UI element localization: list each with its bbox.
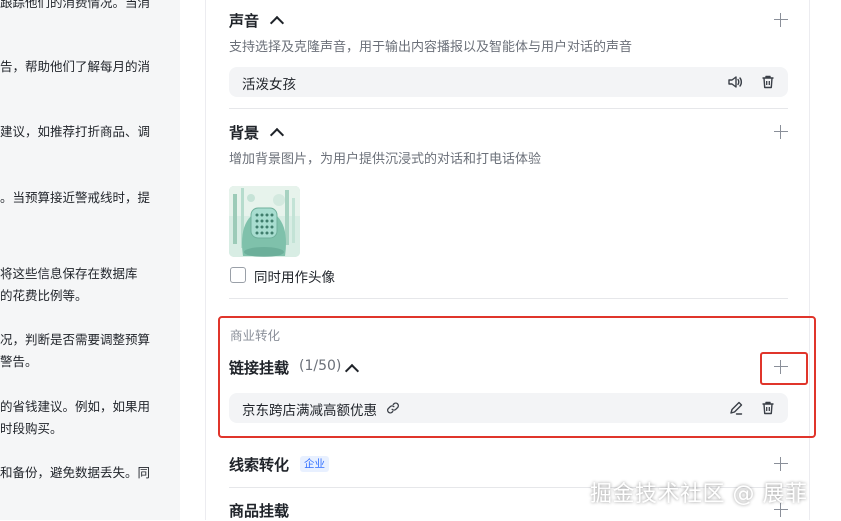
left-text-line: 时段购买。 — [0, 421, 63, 436]
product-mount-title[interactable]: 商品挂载 — [229, 500, 289, 521]
background-thumbnail[interactable] — [229, 186, 300, 257]
left-text-line: 的省钱建议。例如，如果用 — [0, 399, 151, 414]
use-as-avatar-label: 同时用作头像 — [254, 270, 335, 286]
left-text-line: 和备份，避免数据丢失。同 — [0, 465, 151, 480]
left-text-line: 况，判断是否需要调整预算 — [0, 332, 151, 347]
left-text-line: 跟踪他们的消费情况。当消 — [0, 0, 151, 10]
voice-item[interactable]: 活泼女孩 — [229, 67, 788, 97]
voice-description: 支持选择及克隆声音，用于输出内容播报以及智能体与用户对话的声音 — [229, 40, 633, 55]
highlight-box — [218, 316, 816, 438]
left-text-line: 的花费比例等。 — [0, 288, 88, 303]
divider — [229, 108, 788, 109]
left-panel: 跟踪他们的消费情况。当消 告，帮助他们了解每月的消 建议，如推荐打折商品、调 。… — [0, 0, 180, 520]
add-button-highlight — [760, 352, 808, 385]
leads-title[interactable]: 线索转化 — [229, 454, 289, 475]
panel-border — [809, 0, 810, 520]
left-text-line: 警告。 — [0, 354, 38, 369]
add-voice-button[interactable] — [774, 13, 788, 27]
trash-icon[interactable] — [760, 74, 776, 90]
add-leads-button[interactable] — [774, 457, 788, 471]
chevron-up-icon[interactable] — [269, 127, 285, 143]
divider — [229, 298, 788, 299]
left-text-line: 告，帮助他们了解每月的消 — [0, 59, 151, 74]
background-description: 增加背景图片，为用户提供沉浸式的对话和打电话体验 — [229, 152, 542, 167]
add-background-button[interactable] — [774, 125, 788, 139]
watermark: 掘金技术社区 @ 展菲 — [590, 482, 808, 507]
panel-border — [205, 0, 206, 520]
background-title[interactable]: 背景 — [229, 122, 259, 143]
speaker-icon[interactable] — [727, 74, 743, 90]
background-image — [229, 186, 300, 257]
chevron-up-icon[interactable] — [269, 15, 285, 31]
left-text-line: 建议，如推荐打折商品、调 — [0, 124, 151, 139]
voice-title[interactable]: 声音 — [229, 10, 259, 31]
enterprise-badge: 企业 — [300, 456, 329, 472]
left-text-line: 。当预算接近警戒线时，提 — [0, 190, 151, 205]
voice-item-label: 活泼女孩 — [242, 77, 296, 93]
left-text-line: 将这些信息保存在数据库 — [0, 266, 138, 281]
use-as-avatar-checkbox[interactable] — [230, 267, 246, 283]
